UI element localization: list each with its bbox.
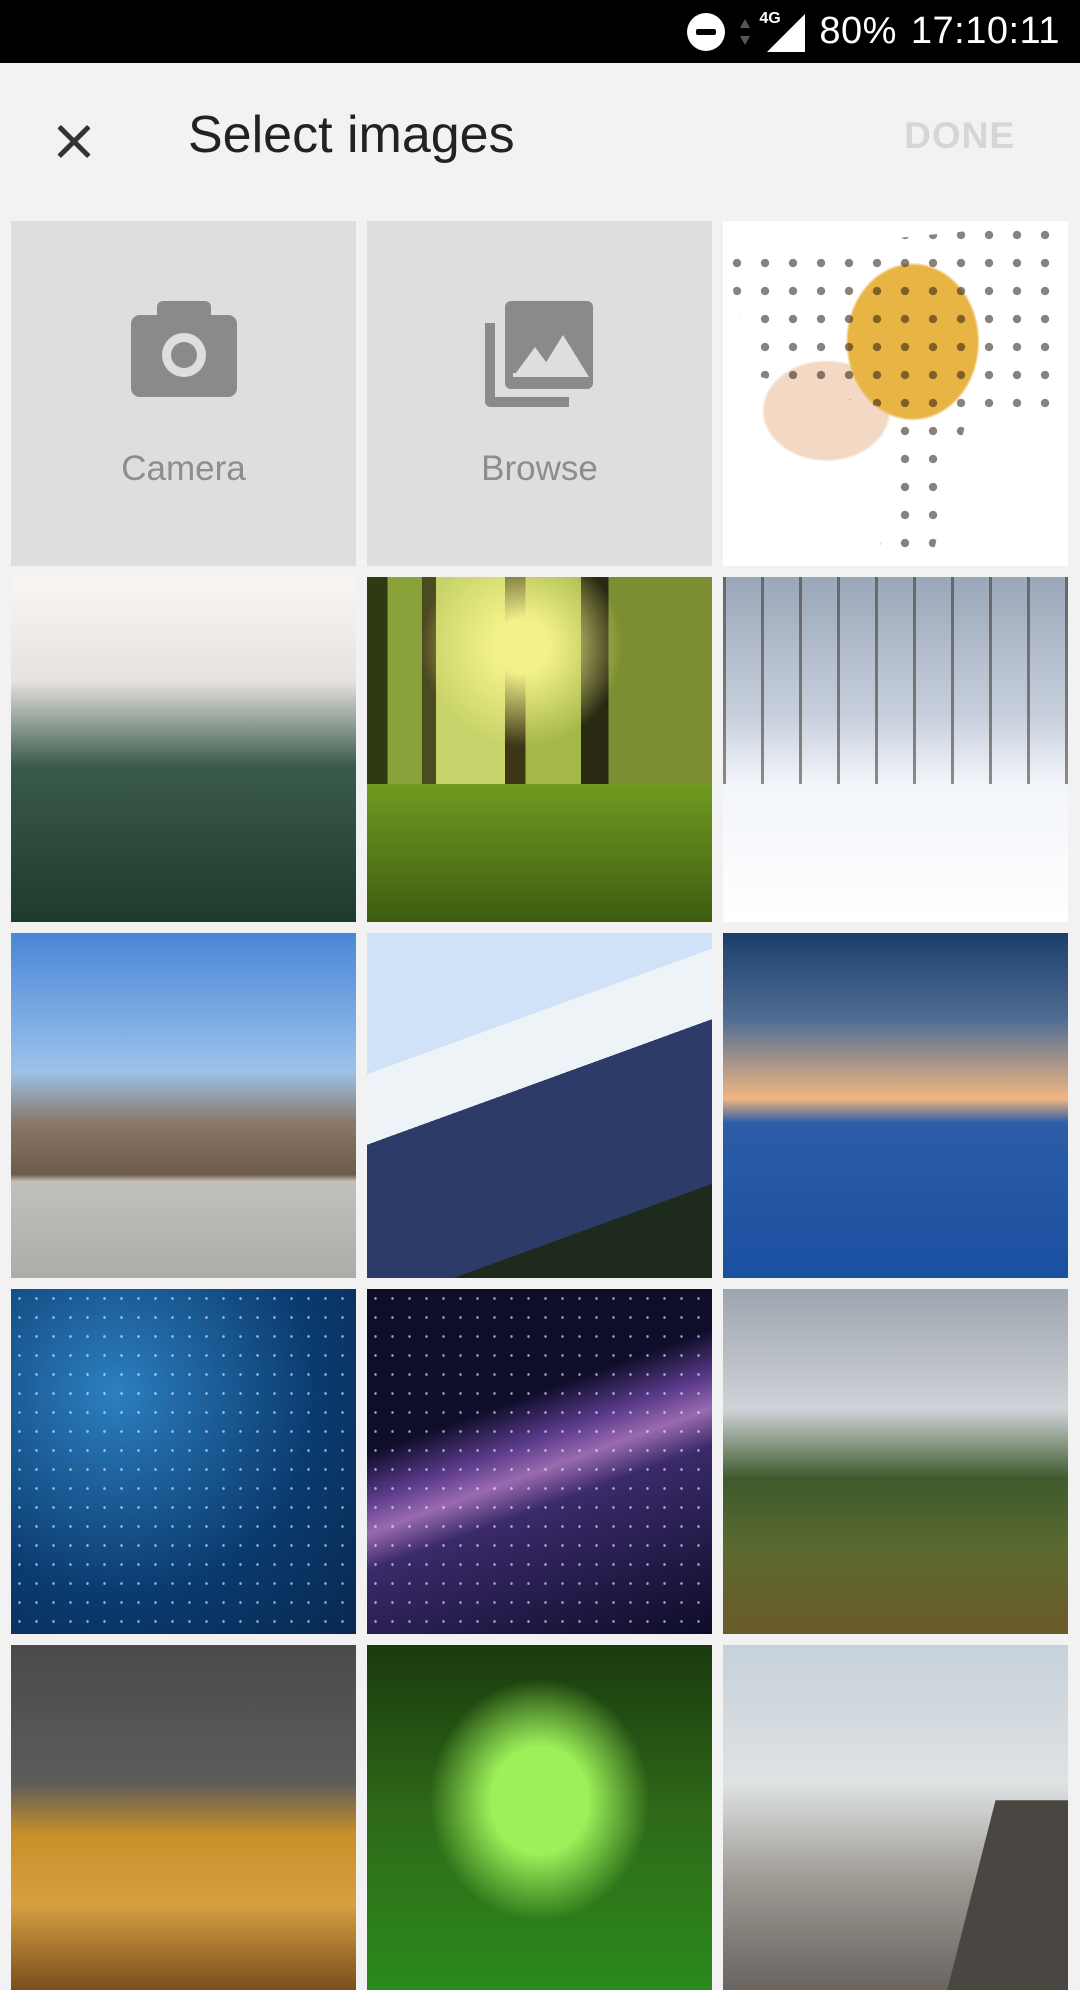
photo-mountain-valley[interactable]	[11, 933, 356, 1278]
do-not-disturb-icon	[687, 12, 726, 51]
browse-label: Browse	[481, 449, 598, 488]
browse-button[interactable]: Browse	[367, 221, 712, 566]
app-bar: Select images DONE	[0, 63, 1080, 211]
page-title: Select images	[188, 106, 515, 164]
photo-leopard-gecko[interactable]	[723, 221, 1068, 566]
photo-ocean-sunset[interactable]	[723, 933, 1068, 1278]
clock: 17:10:11	[910, 10, 1060, 52]
signal-icon: 4G	[759, 10, 806, 52]
photo-green-jungle[interactable]	[367, 1645, 712, 1990]
close-icon[interactable]	[40, 108, 106, 174]
photo-foggy-forest[interactable]	[11, 577, 356, 922]
photo-hiker-cliff[interactable]	[723, 1645, 1068, 1990]
camera-label: Camera	[121, 449, 246, 488]
photo-snowy-trees[interactable]	[723, 577, 1068, 922]
battery-level: 80%	[819, 10, 897, 52]
photo-milky-way[interactable]	[367, 1289, 712, 1634]
photo-meadow-trees[interactable]	[723, 1289, 1068, 1634]
status-bar: 4G 80% 17:10:11	[0, 0, 1080, 63]
data-arrows-icon	[739, 17, 751, 47]
done-button[interactable]: DONE	[904, 115, 1015, 157]
photo-sunlit-forest[interactable]	[367, 577, 712, 922]
camera-icon	[131, 301, 237, 397]
gallery-icon	[485, 301, 593, 409]
photo-snowy-peaks[interactable]	[367, 933, 712, 1278]
camera-button[interactable]: Camera	[11, 221, 356, 566]
photo-autumn-rainbow[interactable]	[11, 1645, 356, 1990]
photo-blue-starfield[interactable]	[11, 1289, 356, 1634]
